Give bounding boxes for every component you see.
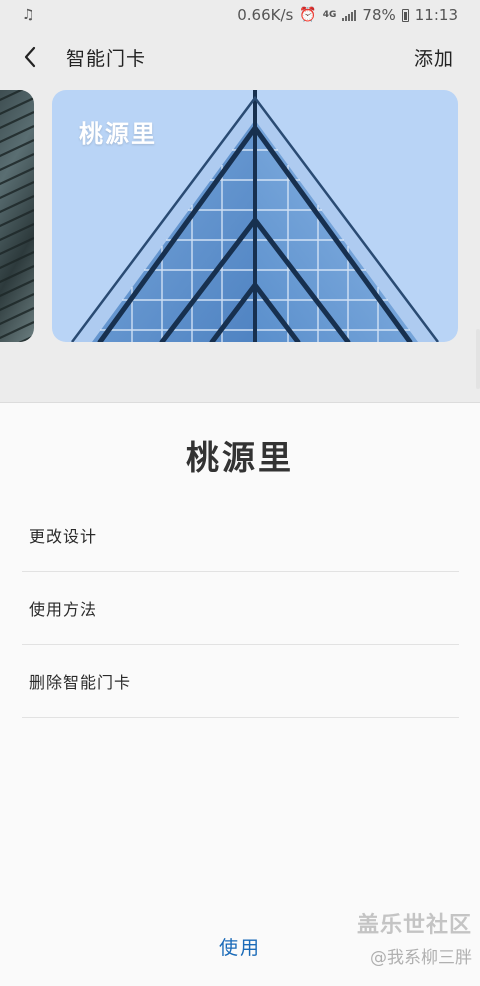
screen: ♫ 0.66K/s ⏰ 4G 78% 11:13 智能门卡 添加 桃源里 桃源里…	[0, 0, 480, 986]
page-title: 智能门卡	[66, 47, 147, 70]
network-type: 4G	[322, 10, 337, 20]
network-speed: 0.66K/s	[237, 6, 294, 24]
battery-icon	[401, 8, 409, 22]
app-bar: 智能门卡 添加	[0, 30, 480, 84]
watermark-brand: 盖乐世社区	[356, 913, 472, 938]
back-button[interactable]	[0, 30, 60, 84]
card-detail-sheet: 桃源里 更改设计 使用方法 删除智能门卡 盖乐世社区 @我系柳三胖 使用	[0, 402, 480, 986]
previous-card[interactable]	[0, 90, 34, 342]
menu-item-usage-guide[interactable]: 使用方法	[22, 572, 459, 645]
building-texture-image	[0, 90, 34, 342]
use-button[interactable]: 使用	[190, 933, 290, 967]
card-name-heading: 桃源里	[186, 438, 294, 477]
chevron-left-icon	[24, 46, 36, 68]
card-carousel[interactable]: 桃源里	[0, 84, 480, 402]
clock: 11:13	[414, 6, 458, 24]
status-left: ♫	[22, 7, 35, 23]
menu-item-delete-card[interactable]: 删除智能门卡	[22, 645, 459, 718]
card-options-menu: 更改设计 使用方法 删除智能门卡	[22, 499, 459, 718]
battery-percent: 78%	[362, 6, 396, 24]
watermark: 盖乐世社区 @我系柳三胖	[357, 907, 472, 968]
alarm-icon: ⏰	[299, 7, 317, 23]
door-card[interactable]: 桃源里	[52, 90, 458, 342]
status-right: 0.66K/s ⏰ 4G 78% 11:13	[237, 6, 458, 24]
notification-icon: ♫	[22, 7, 35, 23]
signal-icon	[342, 9, 357, 21]
watermark-user: @我系柳三胖	[370, 948, 472, 968]
scroll-indicator	[476, 329, 480, 389]
card-title: 桃源里	[79, 120, 157, 148]
add-button[interactable]: 添加	[414, 44, 454, 71]
menu-item-change-design[interactable]: 更改设计	[22, 499, 459, 572]
status-bar: ♫ 0.66K/s ⏰ 4G 78% 11:13	[0, 0, 480, 30]
